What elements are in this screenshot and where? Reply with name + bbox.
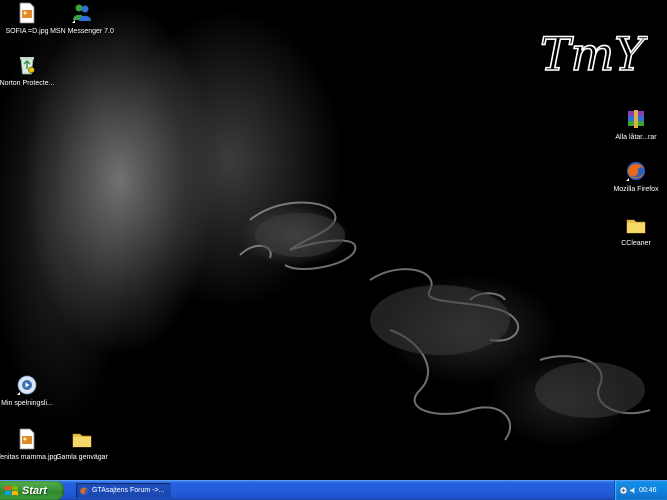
network-status-icon[interactable] [619,486,628,495]
desktop-icon-label: Alla låtar...rar [615,134,657,141]
jpg-image-icon [19,428,35,450]
desktop-icon-alla-latar-rar[interactable]: Alla låtar...rar [603,108,667,142]
system-tray: 00:46 [614,481,667,500]
volume-icon[interactable] [629,486,638,495]
desktop[interactable]: TmY SOFIA =D.jpg MSN Messenger 7.0 Norto… [0,0,667,480]
media-playlist-icon [17,375,37,395]
taskbar-item-gtasajtens-forum[interactable]: GTAsajtens Forum ->... [76,483,171,498]
svg-text:TmY: TmY [540,27,648,81]
desktop-icon-label: Mozilla Firefox [613,186,659,193]
desktop-icon-mozilla-firefox[interactable]: Mozilla Firefox [603,160,667,194]
folder-icon [72,433,92,448]
desktop-icon-msn-messenger[interactable]: MSN Messenger 7.0 [49,2,115,36]
windows-logo-icon [5,485,18,495]
start-button[interactable]: Start [0,481,64,500]
tmy-logo: TmY [539,26,648,82]
desktop-icon-label: MSN Messenger 7.0 [50,28,114,35]
jpg-image-icon [19,2,35,24]
start-label: Start [22,484,48,497]
desktop-icon-ccleaner[interactable]: CCleaner [603,214,667,248]
desktop-icon-norton-protected-recycle-bin[interactable]: Norton Protecte... [0,54,60,88]
desktop-icon-label: Gamla genvägar [56,454,108,461]
winrar-archive-icon [628,110,644,128]
clock[interactable]: 00:46 [639,487,657,494]
desktop-icon-label: Norton Protecte... [0,80,55,87]
taskbar-item-label: GTAsajtens Forum ->... [92,487,165,494]
firefox-icon [626,162,645,181]
desktop-icon-label: CCleaner [621,240,651,247]
folder-icon [626,219,646,234]
norton-recycle-bin-icon [20,57,35,75]
taskbar: Start GTAsajtens Forum ->... 00:46 [0,480,667,500]
firefox-icon [79,486,89,495]
desktop-icon-gamla-genvagar[interactable]: Gamla genvägar [49,428,115,462]
desktop-icon-min-spelningslista[interactable]: Min spelningsli... [0,374,60,408]
msn-messenger-icon [72,4,91,23]
desktop-icon-label: Min spelningsli... [1,400,53,407]
